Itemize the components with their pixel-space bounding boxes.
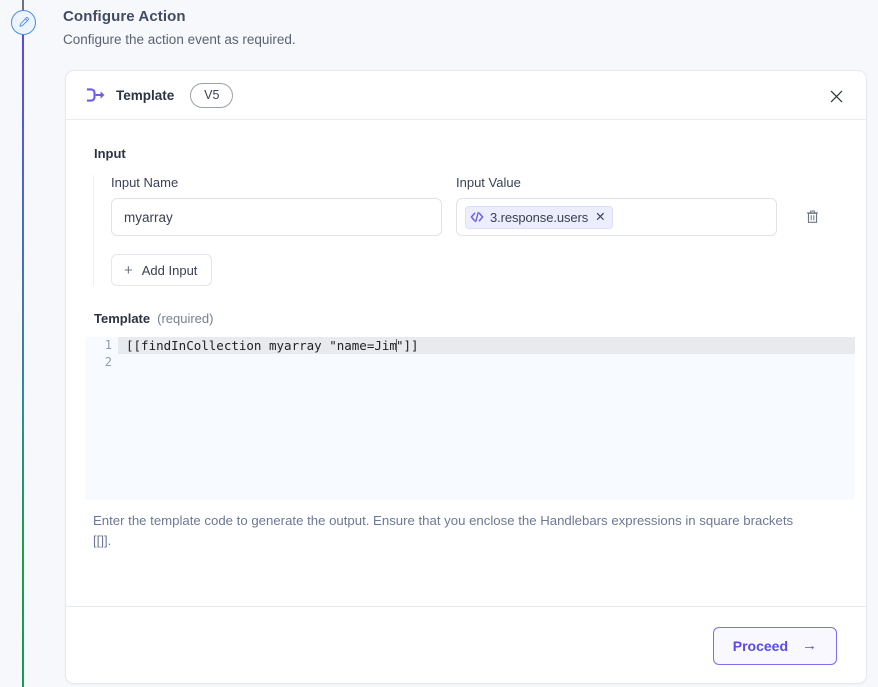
- input-value-field[interactable]: 3.response.users ✕: [456, 198, 777, 236]
- add-input-label: Add Input: [141, 262, 198, 278]
- line-number: 1: [104, 338, 112, 352]
- card-title: Template: [116, 87, 175, 103]
- close-icon[interactable]: [823, 83, 849, 109]
- card-header: Template V5: [66, 71, 866, 120]
- editor-content[interactable]: [[findInCollection myarray "name=Jim"]]: [126, 337, 855, 371]
- template-branch-icon: [84, 84, 106, 106]
- proceed-label: Proceed: [732, 637, 788, 654]
- page-subtitle: Configure the action event as required.: [63, 32, 296, 47]
- card-footer: Proceed →: [66, 606, 866, 683]
- configure-action-card: Template V5 Input Input Name Input Value: [65, 70, 867, 684]
- input-column-headers: Input Name Input Value: [111, 175, 839, 190]
- template-section-label: Template: [94, 311, 151, 326]
- add-input-button[interactable]: + Add Input: [111, 254, 213, 286]
- trash-icon[interactable]: [801, 206, 823, 228]
- input-name-field[interactable]: [111, 198, 442, 236]
- card-body: Input Input Name Input Value myarray 3.r…: [66, 120, 866, 606]
- pencil-icon: [17, 16, 30, 29]
- column-header-input-value: Input Value: [456, 175, 521, 190]
- code-text-before-caret: [[findInCollection myarray "name=Jim: [126, 338, 397, 353]
- page-title: Configure Action: [63, 8, 186, 25]
- template-section-header: Template (required): [93, 311, 839, 326]
- template-required-hint: (required): [157, 311, 214, 326]
- timeline-node[interactable]: [11, 10, 36, 35]
- code-icon: [470, 211, 484, 223]
- step-timeline: [0, 0, 46, 687]
- column-header-input-name: Input Name: [111, 175, 179, 190]
- plus-icon: +: [124, 261, 133, 279]
- table-row: 3.response.users ✕: [111, 198, 839, 236]
- timeline-rail-line: [22, 34, 24, 687]
- line-number: 2: [104, 355, 112, 369]
- arrow-right-icon: →: [802, 637, 817, 654]
- template-code-editor[interactable]: 1 2 [[findInCollection myarray "name=Jim…: [85, 337, 855, 500]
- editor-line-number-gutter: 1 2: [85, 337, 118, 500]
- version-badge: V5: [190, 82, 234, 108]
- code-text-after-caret: "]]: [395, 338, 419, 353]
- editor-help-text: Enter the template code to generate the …: [93, 513, 794, 549]
- page-header: Configure Action Configure the action ev…: [63, 8, 763, 47]
- input-value-chip[interactable]: 3.response.users ✕: [465, 205, 613, 229]
- input-section-label: Input: [94, 146, 126, 161]
- code-line: [[findInCollection myarray "name=Jim"]]: [126, 337, 855, 354]
- chip-label: 3.response.users: [490, 209, 589, 225]
- proceed-button[interactable]: Proceed →: [712, 626, 837, 665]
- chip-remove-icon[interactable]: ✕: [594, 211, 606, 224]
- inputs-block: Input Name Input Value 3.response.users: [93, 175, 839, 286]
